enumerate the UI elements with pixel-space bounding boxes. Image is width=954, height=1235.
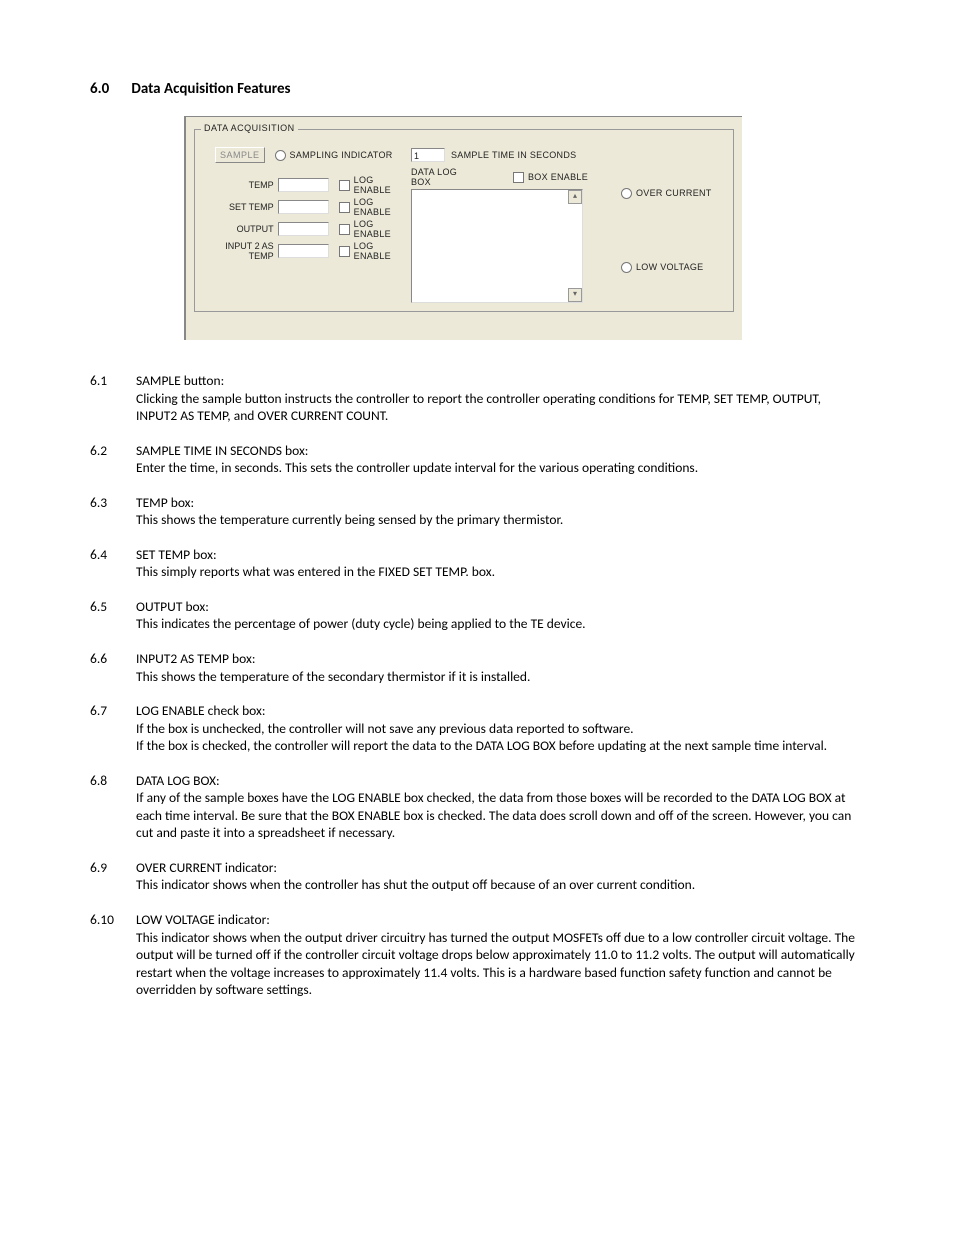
right-column: OVER CURRENT LOW VOLTAGE [601, 139, 727, 303]
item-header: 6.2SAMPLE TIME IN SECONDS box: [90, 442, 864, 460]
item-title: SET TEMP box: [136, 546, 217, 564]
log-enable-label: LOG ENABLE [354, 197, 411, 217]
item-number: 6.8 [90, 772, 136, 790]
log-enable-label: LOG ENABLE [354, 219, 411, 239]
item-header: 6.9OVER CURRENT indicator: [90, 859, 864, 877]
sampling-indicator-label: SAMPLING INDICATOR [290, 150, 393, 160]
row-label: TEMP [201, 180, 278, 190]
output-field[interactable] [278, 222, 330, 236]
item-body: This shows the temperature of the second… [136, 668, 864, 686]
description-item: 6.6INPUT2 AS TEMP box:This shows the tem… [90, 650, 864, 685]
scroll-down-icon[interactable]: ▾ [568, 288, 582, 302]
item-header: 6.7LOG ENABLE check box: [90, 702, 864, 720]
description-item: 6.8DATA LOG BOX:If any of the sample box… [90, 772, 864, 842]
item-number: 6.1 [90, 372, 136, 390]
left-column: SAMPLE SAMPLING INDICATOR TEMP LOG ENABL… [201, 139, 411, 303]
item-title: DATA LOG BOX: [136, 772, 220, 790]
row-label: SET TEMP [201, 202, 278, 212]
description-item: 6.10LOW VOLTAGE indicator:This indicator… [90, 911, 864, 999]
section-number: 6.0 [90, 80, 128, 98]
over-current-radio[interactable] [621, 188, 632, 199]
item-body: This shows the temperature currently bei… [136, 511, 864, 529]
item-body: If the box is unchecked, the controller … [136, 720, 864, 755]
item-body: Clicking the sample button instructs the… [136, 390, 864, 425]
box-enable-label: BOX ENABLE [528, 172, 588, 182]
item-title: SAMPLE button: [136, 372, 224, 390]
description-item: 6.3TEMP box:This shows the temperature c… [90, 494, 864, 529]
middle-column: 1 SAMPLE TIME IN SECONDS DATA LOG BOX BO… [411, 139, 601, 303]
description-item: 6.4SET TEMP box:This simply reports what… [90, 546, 864, 581]
item-header: 6.5OUTPUT box: [90, 598, 864, 616]
section-heading: 6.0 Data Acquisition Features [90, 80, 864, 98]
item-header: 6.3TEMP box: [90, 494, 864, 512]
item-header: 6.4SET TEMP box: [90, 546, 864, 564]
item-number: 6.9 [90, 859, 136, 877]
log-enable-checkbox[interactable] [339, 202, 350, 213]
document-page: 6.0 Data Acquisition Features DATA ACQUI… [0, 0, 954, 1076]
log-enable-checkbox[interactable] [339, 180, 350, 191]
box-enable-checkbox[interactable] [513, 172, 524, 183]
item-number: 6.4 [90, 546, 136, 564]
item-number: 6.6 [90, 650, 136, 668]
item-body: This indicator shows when the output dri… [136, 929, 864, 999]
description-item: 6.7LOG ENABLE check box: If the box is u… [90, 702, 864, 755]
low-voltage-label: LOW VOLTAGE [636, 262, 703, 272]
log-enable-checkbox[interactable] [339, 246, 350, 257]
low-voltage-radio[interactable] [621, 262, 632, 273]
screenshot-figure: DATA ACQUISITION SAMPLE SAMPLING INDICAT… [184, 116, 742, 340]
item-number: 6.2 [90, 442, 136, 460]
item-number: 6.5 [90, 598, 136, 616]
item-title: OUTPUT box: [136, 598, 209, 616]
over-current-label: OVER CURRENT [636, 188, 712, 198]
log-enable-label: LOG ENABLE [354, 175, 411, 195]
item-title: INPUT2 AS TEMP box: [136, 650, 255, 668]
row-label: OUTPUT [201, 224, 278, 234]
item-header: 6.10LOW VOLTAGE indicator: [90, 911, 864, 929]
row-label: INPUT 2 AS TEMP [201, 241, 278, 261]
description-list: 6.1SAMPLE button:Clicking the sample but… [90, 372, 864, 999]
groupbox-data-acquisition: DATA ACQUISITION SAMPLE SAMPLING INDICAT… [194, 129, 734, 312]
data-log-box-label: DATA LOG BOX [411, 167, 471, 187]
item-title: OVER CURRENT indicator: [136, 859, 277, 877]
item-body: This simply reports what was entered in … [136, 563, 864, 581]
description-item: 6.2SAMPLE TIME IN SECONDS box:Enter the … [90, 442, 864, 477]
item-header: 6.1SAMPLE button: [90, 372, 864, 390]
sample-time-label: SAMPLE TIME IN SECONDS [451, 150, 576, 160]
item-number: 6.7 [90, 702, 136, 720]
log-enable-label: LOG ENABLE [354, 241, 411, 261]
item-title: LOG ENABLE check box: [136, 702, 266, 720]
input2-field[interactable] [278, 244, 330, 258]
item-header: 6.8DATA LOG BOX: [90, 772, 864, 790]
scroll-up-icon[interactable]: ▴ [568, 190, 582, 204]
description-item: 6.1SAMPLE button:Clicking the sample but… [90, 372, 864, 425]
item-body: This indicator shows when the controller… [136, 876, 864, 894]
log-enable-checkbox[interactable] [339, 224, 350, 235]
description-item: 6.9OVER CURRENT indicator:This indicator… [90, 859, 864, 894]
temp-field[interactable] [278, 178, 330, 192]
item-number: 6.10 [90, 911, 136, 929]
item-title: SAMPLE TIME IN SECONDS box: [136, 442, 308, 460]
item-title: TEMP box: [136, 494, 194, 512]
item-number: 6.3 [90, 494, 136, 512]
item-header: 6.6INPUT2 AS TEMP box: [90, 650, 864, 668]
item-body: If any of the sample boxes have the LOG … [136, 789, 864, 842]
data-log-box[interactable]: ▴ ▾ [411, 189, 583, 303]
sample-button[interactable]: SAMPLE [215, 147, 265, 163]
item-body: This indicates the percentage of power (… [136, 615, 864, 633]
sample-time-field[interactable]: 1 [411, 148, 445, 162]
item-title: LOW VOLTAGE indicator: [136, 911, 270, 929]
description-item: 6.5OUTPUT box:This indicates the percent… [90, 598, 864, 633]
item-body: Enter the time, in seconds. This sets th… [136, 459, 864, 477]
groupbox-legend: DATA ACQUISITION [201, 123, 298, 133]
sampling-indicator-radio[interactable] [275, 150, 286, 161]
set-temp-field[interactable] [278, 200, 330, 214]
section-title: Data Acquisition Features [131, 80, 290, 98]
